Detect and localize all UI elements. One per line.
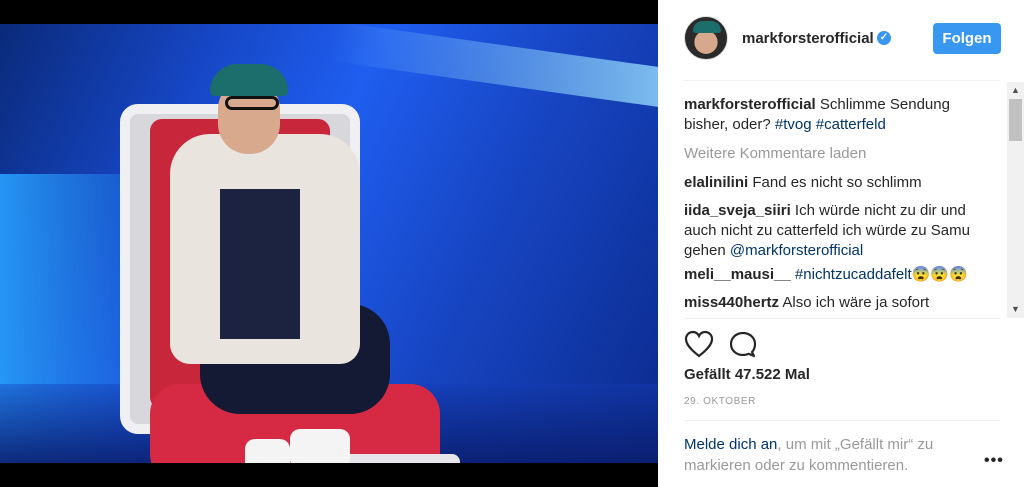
scroll-down-arrow-icon[interactable]: ▼ bbox=[1007, 301, 1024, 318]
comment-username[interactable]: elalinilini bbox=[684, 174, 748, 191]
scrollbar-thumb[interactable] bbox=[1009, 99, 1022, 141]
post-side-panel: markforsterofficial ✓ Folgen markforster… bbox=[658, 0, 1024, 487]
person-glasses bbox=[225, 96, 279, 110]
divider bbox=[684, 420, 1000, 421]
post-media bbox=[0, 0, 658, 487]
comment-username[interactable]: iida_sveja_siiri bbox=[684, 202, 791, 219]
comment-text: Fand es nicht so schlimm bbox=[752, 174, 922, 191]
stage-light-stripe bbox=[330, 24, 658, 108]
username-link[interactable]: markforsterofficial bbox=[742, 30, 874, 47]
comments-list[interactable]: markforsterofficial Schlimme Sendung bis… bbox=[658, 82, 1024, 318]
verified-badge-icon: ✓ bbox=[877, 31, 891, 45]
login-prompt: Melde dich an, um mit „Gefällt mir“ zu m… bbox=[684, 434, 974, 476]
heart-icon[interactable] bbox=[684, 330, 714, 360]
login-link[interactable]: Melde dich an bbox=[684, 436, 777, 453]
comment-username[interactable]: meli__mausi__ bbox=[684, 266, 791, 283]
avatar-cap bbox=[693, 21, 721, 33]
comment-item: iida_sveja_siiri Ich würde nicht zu dir … bbox=[684, 201, 984, 261]
comment-item: meli__mausi__ #nichtzucaddafelt😨😨😨 bbox=[684, 265, 984, 285]
person-cap bbox=[210, 64, 288, 96]
comment-item: elalinilini Fand es nicht so schlimm bbox=[684, 173, 984, 193]
likes-count[interactable]: Gefällt 47.522 Mal bbox=[684, 366, 810, 383]
comment-mention[interactable]: @markforsterofficial bbox=[730, 242, 863, 259]
comment-emoji: 😨😨😨 bbox=[911, 266, 968, 283]
comment-username[interactable]: miss440hertz bbox=[684, 294, 779, 311]
comment-hashtag[interactable]: #nichtzucaddafelt bbox=[795, 266, 912, 283]
divider bbox=[684, 318, 1000, 319]
avatar[interactable] bbox=[684, 16, 728, 60]
post-photo[interactable] bbox=[0, 24, 658, 463]
load-more-comments-link[interactable]: Weitere Kommentare laden bbox=[684, 145, 866, 162]
comment-bubble-icon[interactable] bbox=[728, 330, 758, 360]
post-date[interactable]: 29. OKTOBER bbox=[684, 396, 756, 407]
comments-scrollbar[interactable]: ▲ ▼ bbox=[1007, 82, 1024, 318]
comment-text: Also ich wäre ja sofort bbox=[782, 294, 930, 311]
caption: markforsterofficial Schlimme Sendung bis… bbox=[684, 95, 984, 135]
divider bbox=[684, 80, 1000, 81]
person-shirt bbox=[220, 189, 300, 339]
caption-username[interactable]: markforsterofficial bbox=[684, 96, 816, 113]
scroll-up-arrow-icon[interactable]: ▲ bbox=[1007, 82, 1024, 99]
caption-hashtag[interactable]: #tvog bbox=[775, 116, 812, 133]
more-options-icon[interactable]: ••• bbox=[984, 452, 1004, 470]
comment-item: miss440hertz Also ich wäre ja sofort bbox=[684, 293, 984, 313]
person-shoe-right bbox=[290, 429, 350, 463]
follow-button[interactable]: Folgen bbox=[933, 23, 1001, 54]
person-shoe-left bbox=[245, 439, 290, 463]
caption-hashtag[interactable]: #catterfeld bbox=[816, 116, 886, 133]
post-header: markforsterofficial ✓ Folgen bbox=[658, 0, 1024, 80]
